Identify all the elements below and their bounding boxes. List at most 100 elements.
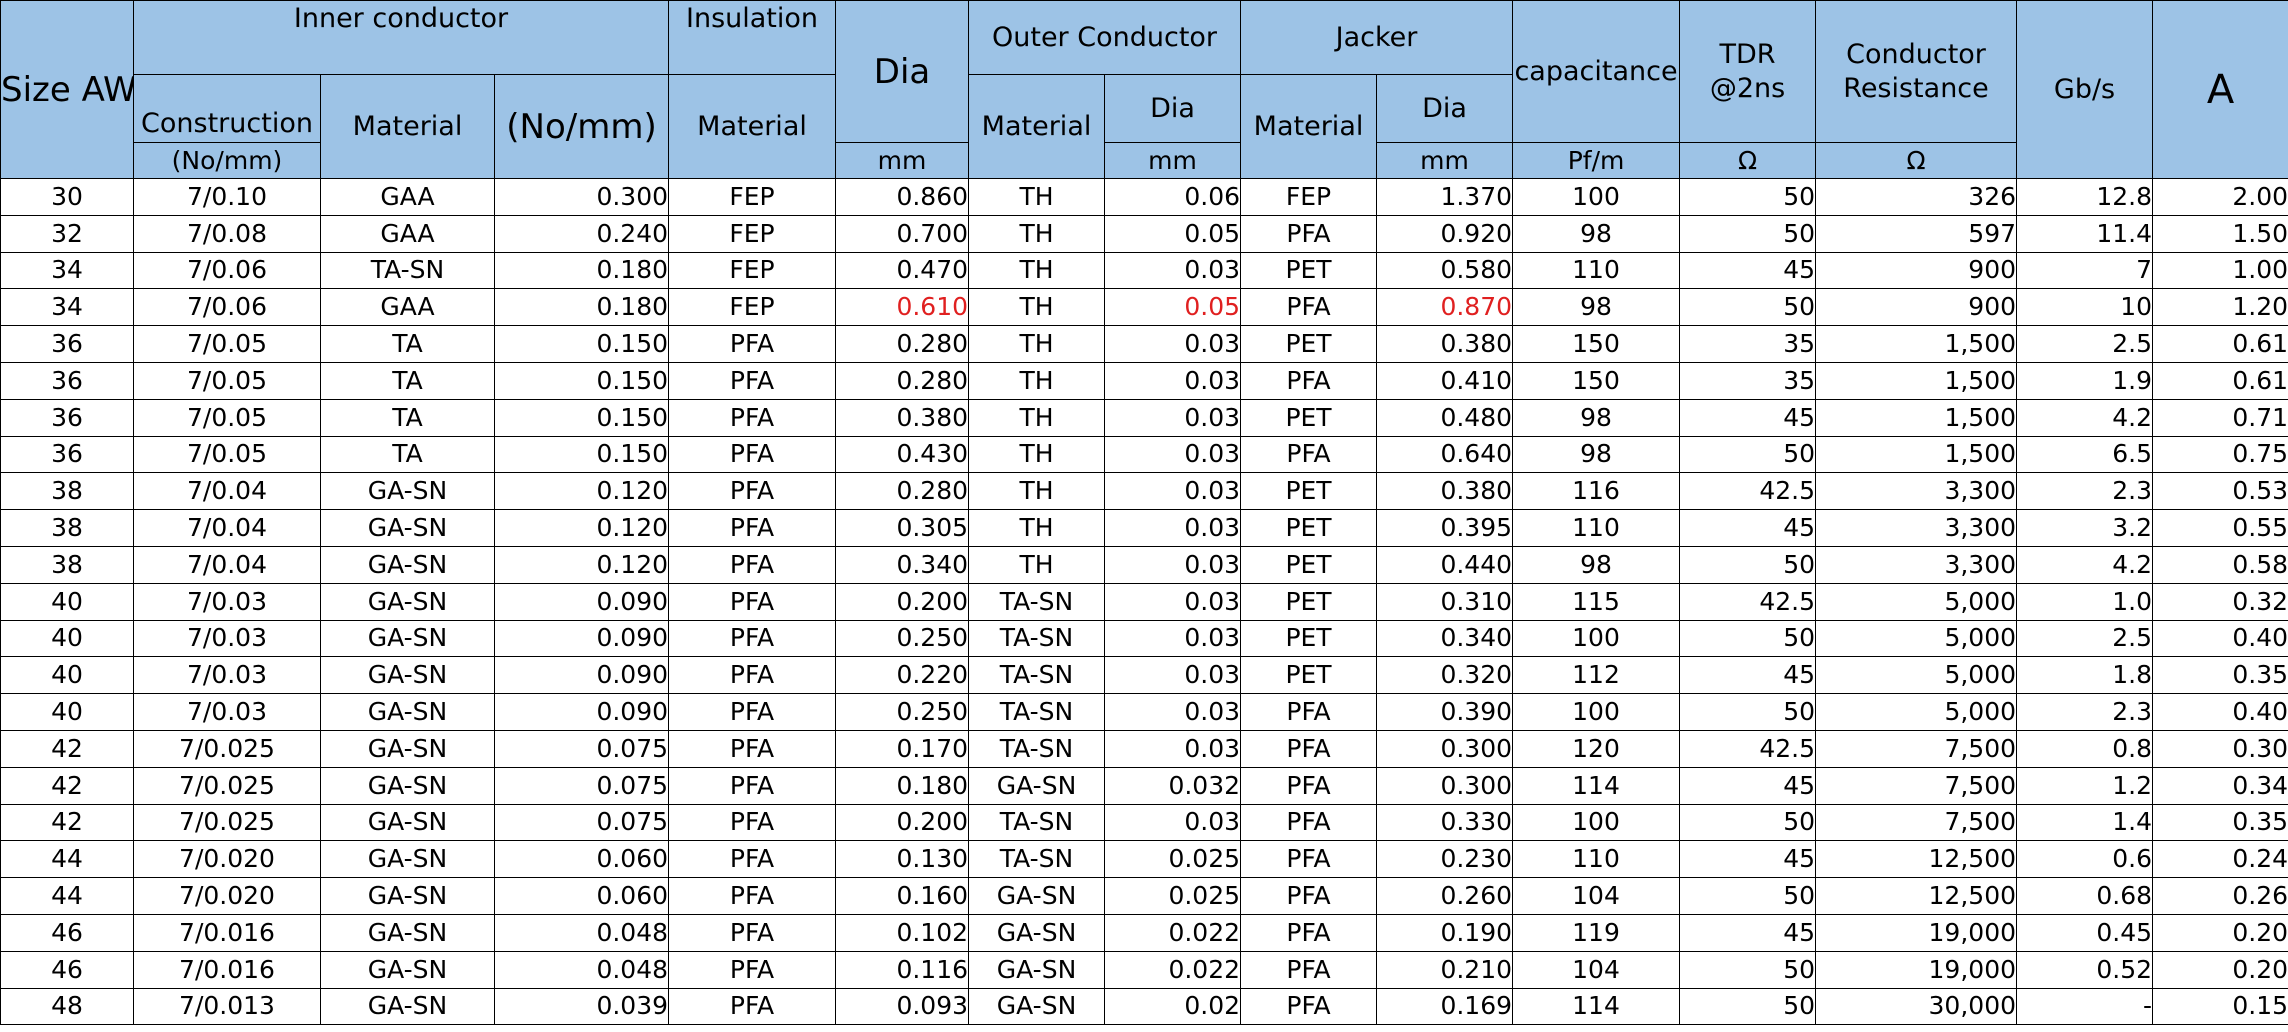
cell-amps: 0.40 — [2152, 619, 2288, 658]
cell-construction: 7/0.03 — [133, 582, 321, 621]
cell-tdr: 50 — [1679, 178, 1817, 216]
table-row: 36 7/0.05 TA 0.150 PFA 0.280 TH 0.03 PFA 0.410 150… — [0, 361, 2288, 400]
cell-dia: 0.280 — [835, 361, 970, 400]
cell-gbps: 0.8 — [2016, 729, 2154, 768]
unit-capacitance: Pf/m — [1512, 142, 1681, 179]
cell-resistance: 597 — [1815, 214, 2018, 253]
cell-amps: 0.35 — [2152, 656, 2288, 695]
cell-jacker-material: PET — [1240, 656, 1378, 695]
cell-inner-material: GA-SN — [320, 840, 495, 879]
table-row: 30 7/0.10 GAA 0.300 FEP 0.860 TH 0.06 FEP 1.370 10… — [0, 178, 2288, 216]
cell-amps: 0.26 — [2152, 877, 2288, 915]
cell-inner-material: GA-SN — [320, 656, 495, 695]
cell-outer-material: TH — [968, 361, 1106, 400]
table-row: 44 7/0.020 GA-SN 0.060 PFA 0.160 GA-SN 0.025 PFA… — [0, 877, 2288, 915]
cell-jacker-dia: 0.190 — [1376, 913, 1514, 952]
header-insulation: Insulation — [668, 0, 837, 75]
cell-jacker-dia: 0.320 — [1376, 656, 1514, 695]
cell-resistance: 7,500 — [1815, 729, 2018, 768]
cell-size-awg: 34 — [0, 288, 134, 327]
cell-outer-dia: 0.03 — [1104, 729, 1242, 768]
cell-outer-dia: 0.03 — [1104, 435, 1242, 474]
table-row: 34 7/0.06 GAA 0.180 FEP 0.610 TH 0.05 PFA 0.870 98… — [0, 288, 2288, 327]
cell-no-mm: 0.039 — [493, 987, 670, 1026]
cell-gbps: 2.3 — [2016, 472, 2154, 511]
cell-dia: 0.116 — [835, 950, 970, 989]
cell-outer-dia: 0.022 — [1104, 913, 1242, 952]
cell-insulation-material: PFA — [668, 472, 837, 511]
cell-amps: 0.35 — [2152, 803, 2288, 842]
cell-gbps: 7 — [2016, 251, 2154, 290]
cell-outer-material: TH — [968, 435, 1106, 474]
cell-outer-material: TH — [968, 251, 1106, 290]
cell-dia: 0.093 — [835, 987, 970, 1026]
cell-outer-material: GA-SN — [968, 987, 1106, 1026]
cell-dia: 0.305 — [835, 509, 970, 547]
unit-jacker-dia-mm: mm — [1376, 142, 1514, 179]
cell-no-mm: 0.300 — [493, 178, 670, 216]
cell-tdr: 45 — [1679, 398, 1817, 437]
cell-construction: 7/0.016 — [133, 950, 321, 989]
cell-capacitance: 110 — [1512, 251, 1681, 290]
table-row: 40 7/0.03 GA-SN 0.090 PFA 0.250 TA-SN 0.03 PET 0.… — [0, 619, 2288, 658]
cell-size-awg: 46 — [0, 950, 134, 989]
cell-jacker-material: PFA — [1240, 288, 1378, 327]
cell-capacitance: 114 — [1512, 987, 1681, 1026]
cell-construction: 7/0.05 — [133, 398, 321, 437]
cell-jacker-dia: 0.580 — [1376, 251, 1514, 290]
cell-resistance: 900 — [1815, 251, 2018, 290]
cell-tdr: 45 — [1679, 656, 1817, 695]
table-row: 40 7/0.03 GA-SN 0.090 PFA 0.200 TA-SN 0.03 PET 0.… — [0, 582, 2288, 621]
cell-no-mm: 0.090 — [493, 656, 670, 695]
cell-jacker-material: PET — [1240, 509, 1378, 547]
cell-outer-dia: 0.05 — [1104, 214, 1242, 253]
cell-no-mm: 0.120 — [493, 509, 670, 547]
cell-inner-material: GAA — [320, 288, 495, 327]
cell-amps: 0.20 — [2152, 913, 2288, 952]
cell-inner-material: GA-SN — [320, 913, 495, 952]
cell-size-awg: 42 — [0, 766, 134, 805]
cell-jacker-dia: 1.370 — [1376, 178, 1514, 216]
cell-dia: 0.130 — [835, 840, 970, 879]
cell-inner-material: GA-SN — [320, 619, 495, 658]
cell-construction: 7/0.016 — [133, 913, 321, 952]
cell-tdr: 50 — [1679, 214, 1817, 253]
cell-no-mm: 0.060 — [493, 877, 670, 915]
cell-outer-dia: 0.03 — [1104, 325, 1242, 363]
header-gbps: Gb/s — [2016, 0, 2154, 179]
cell-size-awg: 36 — [0, 435, 134, 474]
cell-dia: 0.340 — [835, 545, 970, 584]
cell-inner-material: GA-SN — [320, 877, 495, 915]
cell-insulation-material: PFA — [668, 325, 837, 363]
cell-no-mm: 0.240 — [493, 214, 670, 253]
cell-size-awg: 42 — [0, 803, 134, 842]
cell-outer-dia: 0.025 — [1104, 840, 1242, 879]
header-insulation-material: Material — [668, 74, 837, 179]
cell-outer-dia: 0.03 — [1104, 619, 1242, 658]
cell-capacitance: 104 — [1512, 877, 1681, 915]
cell-capacitance: 114 — [1512, 766, 1681, 805]
cell-size-awg: 34 — [0, 251, 134, 290]
cell-dia: 0.102 — [835, 913, 970, 952]
table-row: 38 7/0.04 GA-SN 0.120 PFA 0.280 TH 0.03 PET 0.380… — [0, 472, 2288, 511]
table-row: 42 7/0.025 GA-SN 0.075 PFA 0.170 TA-SN 0.03 PFA 0… — [0, 729, 2288, 768]
table-row: 36 7/0.05 TA 0.150 PFA 0.280 TH 0.03 PET 0.380 150… — [0, 325, 2288, 363]
cell-jacker-material: PET — [1240, 251, 1378, 290]
cell-construction: 7/0.03 — [133, 656, 321, 695]
header-dia: Dia — [835, 0, 970, 143]
cell-amps: 0.24 — [2152, 840, 2288, 879]
cell-gbps: 11.4 — [2016, 214, 2154, 253]
cell-construction: 7/0.05 — [133, 361, 321, 400]
cell-construction: 7/0.025 — [133, 803, 321, 842]
cell-jacker-material: PFA — [1240, 361, 1378, 400]
cell-inner-material: GA-SN — [320, 545, 495, 584]
cell-resistance: 5,000 — [1815, 693, 2018, 731]
table-row: 40 7/0.03 GA-SN 0.090 PFA 0.250 TA-SN 0.03 PFA 0.… — [0, 693, 2288, 731]
cell-size-awg: 48 — [0, 987, 134, 1026]
header-construction-unit: (No/mm) — [133, 142, 321, 179]
cell-resistance: 5,000 — [1815, 582, 2018, 621]
cell-resistance: 30,000 — [1815, 987, 2018, 1026]
cell-jacker-dia: 0.870 — [1376, 288, 1514, 327]
cell-no-mm: 0.090 — [493, 619, 670, 658]
cell-dia: 0.160 — [835, 877, 970, 915]
